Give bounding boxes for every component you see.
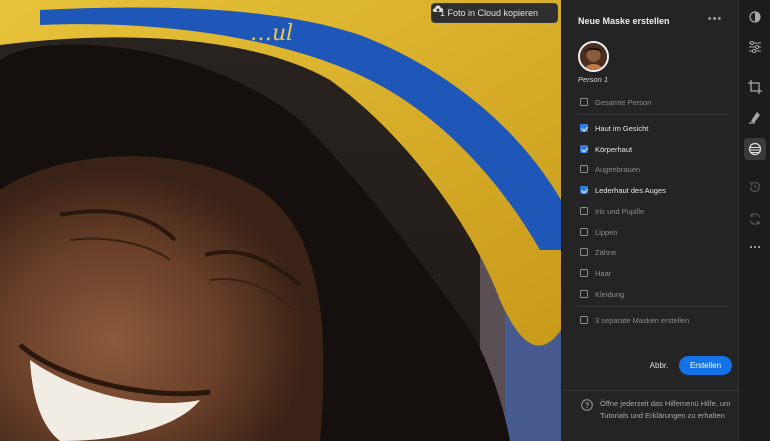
option-augenbrauen[interactable]: Augenbrauen: [580, 162, 640, 176]
option-label: Lederhaut des Auges: [595, 185, 666, 195]
option-label: 3 separate Masken erstellen: [595, 315, 690, 325]
checkbox[interactable]: [580, 269, 588, 277]
presets-icon: [749, 213, 761, 225]
panel-title: Neue Maske erstellen: [578, 16, 670, 26]
help-icon: [581, 399, 593, 411]
more-horizontal-icon[interactable]: •••: [706, 13, 724, 27]
option-label: Haar: [595, 268, 612, 278]
history-icon: [749, 181, 761, 193]
option-label: Zähne: [595, 247, 617, 257]
option-label: Körperhaut: [595, 144, 633, 154]
checkbox-checked[interactable]: [580, 124, 588, 132]
option-label: Lippen: [595, 227, 618, 237]
checkbox-checked[interactable]: [580, 145, 588, 153]
option-kleidung[interactable]: Kleidung: [580, 287, 624, 301]
person-label: Person 1: [578, 75, 609, 84]
option-label: Kleidung: [595, 289, 625, 299]
checkbox[interactable]: [580, 248, 588, 256]
divider: [578, 114, 728, 115]
divider: [578, 306, 728, 307]
sliders-tool-button[interactable]: [744, 36, 766, 58]
create-button[interactable]: Erstellen: [679, 356, 732, 375]
app-window: …ul 1 Foto in Cloud kopieren Neue Maske …: [0, 0, 770, 441]
checkbox[interactable]: [580, 290, 588, 298]
cancel-button[interactable]: Abbr.: [646, 356, 672, 374]
presets-tool-button[interactable]: [744, 208, 766, 230]
option-gesamte-person[interactable]: Gesamte Person: [580, 95, 651, 109]
option-haar[interactable]: Haar: [580, 266, 611, 280]
photo-canvas[interactable]: …ul 1 Foto in Cloud kopieren: [0, 0, 561, 441]
checkbox-checked[interactable]: [580, 186, 588, 194]
history-tool-button[interactable]: [744, 176, 766, 198]
copy-to-cloud-button[interactable]: 1 Foto in Cloud kopieren: [431, 3, 558, 23]
right-toolbar: [738, 0, 770, 441]
crop-icon: [748, 80, 762, 94]
cloud-upload-icon: [432, 5, 444, 14]
photo-image: …ul: [0, 0, 561, 441]
option-label: Iris und Pupille: [595, 206, 645, 216]
more-tools-button[interactable]: [744, 236, 766, 258]
more-icon: [749, 245, 761, 249]
create-mask-panel: Neue Maske erstellen ••• Person 1 Gesamt…: [561, 0, 739, 441]
checkbox[interactable]: [580, 98, 588, 106]
option-haut-im-gesicht[interactable]: Haut im Gesicht: [580, 121, 648, 135]
masking-icon: [748, 142, 762, 156]
copy-to-cloud-label: 1 Foto in Cloud kopieren: [440, 8, 539, 18]
option-lederhaut-des-auges[interactable]: Lederhaut des Auges: [580, 183, 666, 197]
help-hint: Öffne jederzeit das Hilfemenü Hilfe, um …: [574, 392, 732, 441]
heal-icon: [749, 112, 760, 124]
option-zaehne[interactable]: Zähne: [580, 245, 616, 259]
option-label: Augenbrauen: [595, 164, 641, 174]
help-text: Öffne jederzeit das Hilfemenü Hilfe, um …: [600, 399, 731, 420]
checkbox[interactable]: [580, 228, 588, 236]
person-thumbnail: [580, 43, 607, 70]
sliders-icon: [749, 40, 761, 54]
option-lippen[interactable]: Lippen: [580, 225, 618, 239]
option-iris-und-pupille[interactable]: Iris und Pupille: [580, 204, 644, 218]
person-avatar[interactable]: [578, 41, 609, 72]
masking-tool-button[interactable]: [744, 138, 766, 160]
edit-icon: [749, 11, 761, 23]
heal-tool-button[interactable]: [744, 106, 766, 128]
checkbox[interactable]: [580, 165, 588, 173]
divider: [562, 390, 739, 391]
svg-text:…ul: …ul: [250, 21, 293, 46]
option-label: Haut im Gesicht: [595, 123, 649, 133]
checkbox[interactable]: [580, 207, 588, 215]
option-separate-masks[interactable]: 3 separate Masken erstellen: [580, 313, 689, 327]
edit-tool-button[interactable]: [744, 6, 766, 28]
crop-tool-button[interactable]: [744, 76, 766, 98]
option-koerperhaut[interactable]: Körperhaut: [580, 142, 632, 156]
checkbox[interactable]: [580, 316, 588, 324]
option-label: Gesamte Person: [595, 97, 652, 107]
